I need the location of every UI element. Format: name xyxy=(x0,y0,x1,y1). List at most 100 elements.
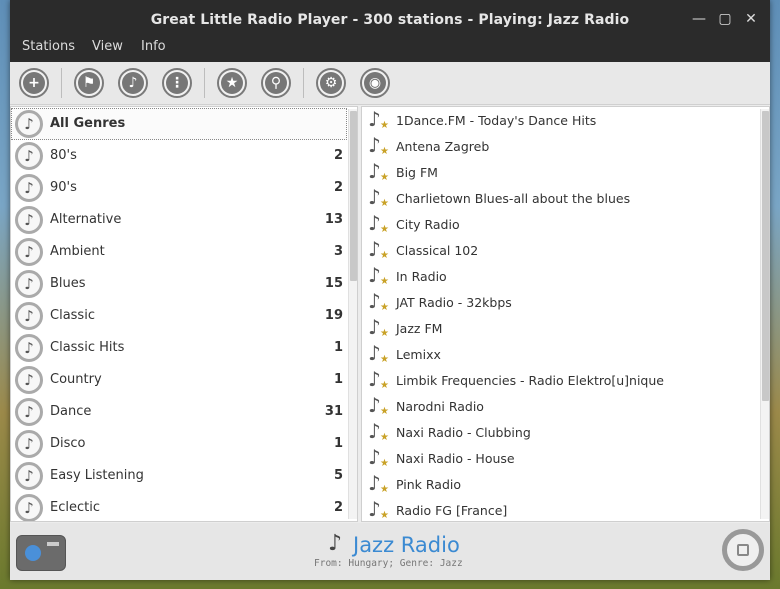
music-note-icon: ♪ xyxy=(15,206,43,234)
favorite-station-icon: ♪ ★ xyxy=(368,237,389,261)
window-title: Great Little Radio Player - 300 stations… xyxy=(150,12,630,28)
list-icon: ⋮ xyxy=(166,72,188,94)
station-item[interactable]: ♪ ★ Limbik Frequencies - Radio Elektro[u]… xyxy=(362,367,757,394)
genre-count: 5 xyxy=(333,468,343,483)
music-note-icon: ♪ xyxy=(15,462,43,490)
station-label: Jazz FM xyxy=(396,321,443,336)
station-item[interactable]: ♪ ★ Pink Radio xyxy=(362,471,757,498)
favorite-station-icon: ♪ ★ xyxy=(368,159,389,183)
station-item[interactable]: ♪ ★ 1Dance.FM - Today's Dance Hits xyxy=(362,107,757,134)
maximize-button[interactable]: ▢ xyxy=(718,12,732,26)
now-playing-title: Jazz Radio xyxy=(353,533,460,557)
station-item[interactable]: ♪ ★ City Radio xyxy=(362,211,757,238)
station-scrollbar-thumb[interactable] xyxy=(762,111,769,401)
toolbar: + ⚑ ♪ ⋮ ★ ⚲ ⚙ ◉ xyxy=(10,62,770,105)
menu-view[interactable]: View xyxy=(92,40,123,54)
genre-item-all-genres[interactable]: ♪ All Genres xyxy=(11,108,347,140)
menu-bar: Stations View Info xyxy=(10,40,770,62)
genre-item[interactable]: ♪ Blues 15 xyxy=(11,268,347,300)
genre-item[interactable]: ♪ Classic 19 xyxy=(11,300,347,332)
music-note-icon: ♪ xyxy=(15,366,43,394)
genre-item[interactable]: ♪ Disco 1 xyxy=(11,428,347,460)
now-playing-bar: ♪ Jazz Radio From: Hungary; Genre: Jazz xyxy=(10,523,770,580)
genre-item[interactable]: ♪ Eclectic 2 xyxy=(11,492,347,521)
station-scrollbar[interactable] xyxy=(760,109,769,519)
station-label: Big FM xyxy=(396,165,438,180)
station-item[interactable]: ♪ ★ Naxi Radio - House xyxy=(362,445,757,472)
favorite-station-icon: ♪ ★ xyxy=(368,341,389,365)
genre-item[interactable]: ♪ Country 1 xyxy=(11,364,347,396)
station-item[interactable]: ♪ ★ Radio FG [France] xyxy=(362,497,757,521)
music-note-icon: ♪ xyxy=(15,430,43,458)
list-view-button[interactable]: ⋮ xyxy=(162,68,192,98)
genre-list: ♪ All Genres ♪ 80's 2 ♪ 90's 2 ♪ Alterna… xyxy=(10,106,358,522)
close-button[interactable]: ✕ xyxy=(744,12,758,26)
genre-label: Eclectic xyxy=(50,500,100,515)
station-item[interactable]: ♪ ★ In Radio xyxy=(362,263,757,290)
station-item[interactable]: ♪ ★ Narodni Radio xyxy=(362,393,757,420)
genre-item[interactable]: ♪ Ambient 3 xyxy=(11,236,347,268)
add-station-button[interactable]: + xyxy=(19,68,49,98)
search-icon: ⚲ xyxy=(265,72,287,94)
station-label: Classical 102 xyxy=(396,243,479,258)
genre-count: 19 xyxy=(324,308,343,323)
genre-label: 90's xyxy=(50,180,77,195)
music-note-icon: ♪ xyxy=(328,531,343,556)
genre-label: 80's xyxy=(50,148,77,163)
title-bar: Great Little Radio Player - 300 stations… xyxy=(10,0,770,40)
speaker-icon xyxy=(25,545,41,561)
app-window: Great Little Radio Player - 300 stations… xyxy=(10,0,770,580)
station-item[interactable]: ♪ ★ JAT Radio - 32kbps xyxy=(362,289,757,316)
theme-button[interactable]: ◉ xyxy=(360,68,390,98)
radio-icon[interactable] xyxy=(16,535,66,571)
station-list: ♪ ★ 1Dance.FM - Today's Dance Hits ♪ ★ Ant… xyxy=(361,106,770,522)
station-item[interactable]: ♪ ★ Charlietown Blues-all about the blues xyxy=(362,185,757,212)
favorite-station-icon: ♪ ★ xyxy=(368,263,389,287)
genre-item[interactable]: ♪ Classic Hits 1 xyxy=(11,332,347,364)
favorite-station-icon: ♪ ★ xyxy=(368,419,389,443)
settings-button[interactable]: ⚙ xyxy=(316,68,346,98)
add-icon: + xyxy=(23,72,45,94)
genre-scrollbar[interactable] xyxy=(348,109,357,519)
genre-label: Classic Hits xyxy=(50,340,125,355)
station-label: Naxi Radio - Clubbing xyxy=(396,425,531,440)
music-note-icon: ♪ xyxy=(15,302,43,330)
minimize-button[interactable]: — xyxy=(692,12,706,26)
genre-item[interactable]: ♪ Easy Listening 5 xyxy=(11,460,347,492)
favorite-station-icon: ♪ ★ xyxy=(368,107,389,131)
genre-count: 2 xyxy=(333,180,343,195)
now-playing-subtitle: From: Hungary; Genre: Jazz xyxy=(314,558,463,569)
menu-stations[interactable]: Stations xyxy=(22,40,75,54)
genre-filter-button[interactable]: ♪ xyxy=(118,68,148,98)
genre-item[interactable]: ♪ 90's 2 xyxy=(11,172,347,204)
music-note-icon: ♪ xyxy=(122,72,144,94)
station-item[interactable]: ♪ ★ Jazz FM xyxy=(362,315,757,342)
station-item[interactable]: ♪ ★ Naxi Radio - Clubbing xyxy=(362,419,757,446)
menu-info[interactable]: Info xyxy=(141,40,166,54)
genre-item[interactable]: ♪ Dance 31 xyxy=(11,396,347,428)
favorite-station-icon: ♪ ★ xyxy=(368,497,389,521)
station-item[interactable]: ♪ ★ Classical 102 xyxy=(362,237,757,264)
genre-count: 1 xyxy=(333,340,343,355)
genre-label: Country xyxy=(50,372,102,387)
favorite-station-icon: ♪ ★ xyxy=(368,393,389,417)
station-item[interactable]: ♪ ★ Lemixx xyxy=(362,341,757,368)
genre-item[interactable]: ♪ 80's 2 xyxy=(11,140,347,172)
music-note-icon: ♪ xyxy=(15,238,43,266)
genre-item[interactable]: ♪ Alternative 13 xyxy=(11,204,347,236)
station-item[interactable]: ♪ ★ Antena Zagreb xyxy=(362,133,757,160)
search-button[interactable]: ⚲ xyxy=(261,68,291,98)
genre-label: Alternative xyxy=(50,212,122,227)
station-label: City Radio xyxy=(396,217,460,232)
genre-label: Disco xyxy=(50,436,86,451)
country-filter-button[interactable]: ⚑ xyxy=(74,68,104,98)
station-label: In Radio xyxy=(396,269,447,284)
stop-button[interactable] xyxy=(722,529,764,571)
station-item[interactable]: ♪ ★ Big FM xyxy=(362,159,757,186)
genre-count: 31 xyxy=(324,404,343,419)
gear-icon: ⚙ xyxy=(320,72,342,94)
favorites-button[interactable]: ★ xyxy=(217,68,247,98)
genre-label: Classic xyxy=(50,308,95,323)
toolbar-separator xyxy=(61,68,62,98)
genre-scrollbar-thumb[interactable] xyxy=(350,111,357,281)
